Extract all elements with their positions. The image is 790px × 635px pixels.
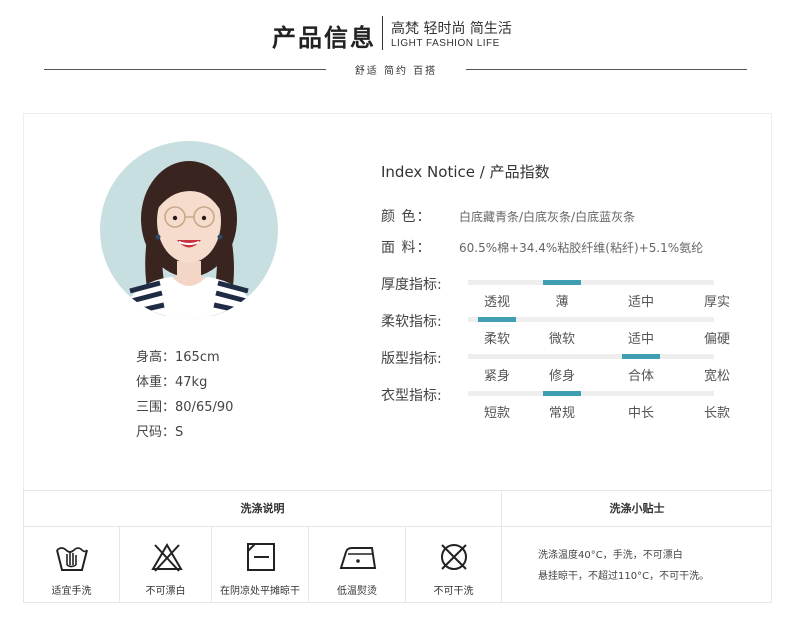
indicator-length: 衣型指标: 短款 常规 中长 长款 — [381, 388, 731, 421]
brand-slogan-en: LIGHT FASHION LIFE — [391, 38, 500, 49]
header-tagline: 舒适 简约 百搭 — [354, 66, 438, 77]
indicator-track — [468, 391, 714, 396]
low-iron-icon — [339, 547, 377, 569]
care-tips: 洗涤温度40°C，手洗，不可漂白 悬挂晾干，不超过110°C，不可干洗。 — [502, 527, 772, 603]
care-item-low-iron: 低温熨烫 — [309, 527, 406, 603]
model-size: 尺码：S — [136, 425, 184, 440]
indicator-option: 柔软 — [483, 332, 511, 347]
no-bleach-icon — [151, 543, 183, 572]
indicator-option: 中长 — [627, 406, 655, 421]
care-item-hand-wash: 适宜手洗 — [24, 527, 120, 603]
indicator-option: 厚实 — [703, 295, 731, 310]
indicator-marker — [543, 391, 581, 396]
indicator-option: 适中 — [627, 295, 655, 310]
care-tips-heading: 洗涤小贴士 — [502, 491, 772, 527]
indicator-option: 偏硬 — [703, 332, 731, 347]
product-color: 颜 色： 白底藏青条/白底灰条/白底蓝灰条 — [381, 209, 636, 225]
indicator-softness: 柔软指标: 柔软 微软 适中 偏硬 — [381, 314, 731, 347]
model-weight: 体重：47kg — [136, 375, 208, 390]
care-tip-line: 洗涤温度40°C，手洗，不可漂白 — [538, 550, 683, 561]
indicator-marker — [622, 354, 660, 359]
indicator-fit: 版型指标: 紧身 修身 合体 宽松 — [381, 351, 731, 384]
model-measurements: 三围：80/65/90 — [136, 400, 234, 415]
indicator-thickness: 厚度指标: 透视 薄 适中 厚实 — [381, 277, 731, 310]
indicator-option: 修身 — [548, 369, 576, 384]
indicator-option: 宽松 — [703, 369, 731, 384]
product-info-panel: 身高：165cm 体重：47kg 三围：80/65/90 尺码：S Index … — [23, 113, 772, 491]
care-item-no-dry-clean: 不可干洗 — [406, 527, 502, 603]
page-title: 产品信息 — [272, 24, 376, 52]
indicator-marker — [543, 280, 581, 285]
indicator-option: 合体 — [627, 369, 655, 384]
care-instructions-table: 洗涤说明 洗涤小贴士 适宜手洗 不可漂白 在阴凉处平摊晾干 低温熨烫 不可干洗 … — [23, 490, 772, 603]
product-fabric: 面 料： 60.5%棉+34.4%粘胶纤维(粘纤)+5.1%氨纶 — [381, 240, 704, 256]
care-item-dry-flat: 在阴凉处平摊晾干 — [212, 527, 309, 603]
indicator-track — [468, 280, 714, 285]
header-rule-left — [44, 69, 326, 70]
indicator-track — [468, 317, 714, 322]
care-item-no-bleach: 不可漂白 — [120, 527, 212, 603]
indicator-track — [468, 354, 714, 359]
indicator-option: 常规 — [548, 406, 576, 421]
dry-flat-shade-icon — [247, 543, 275, 571]
title-divider — [382, 16, 383, 50]
hand-wash-icon — [56, 547, 88, 571]
indicator-option: 适中 — [627, 332, 655, 347]
indicator-option: 薄 — [555, 295, 569, 310]
indicator-option: 短款 — [483, 406, 511, 421]
indicator-option: 透视 — [483, 295, 511, 310]
brand-slogan: 高梵 轻时尚 简生活 — [391, 21, 512, 37]
model-photo — [100, 141, 278, 319]
care-tip-line: 悬挂晾干，不超过110°C，不可干洗。 — [538, 571, 710, 582]
header-rule-right — [466, 69, 747, 70]
indicator-option: 微软 — [548, 332, 576, 347]
index-notice-title: Index Notice / 产品指数 — [381, 163, 550, 181]
model-height: 身高：165cm — [136, 350, 220, 365]
page-header: 产品信息 高梵 轻时尚 简生活 LIGHT FASHION LIFE 舒适 简约… — [0, 0, 790, 80]
model-spec-list: 身高：165cm 体重：47kg 三围：80/65/90 尺码：S — [136, 345, 233, 445]
indicator-option: 紧身 — [483, 369, 511, 384]
care-heading: 洗涤说明 — [24, 491, 502, 527]
indicator-marker — [478, 317, 516, 322]
no-dry-clean-icon — [441, 544, 467, 570]
indicator-option: 长款 — [703, 406, 731, 421]
